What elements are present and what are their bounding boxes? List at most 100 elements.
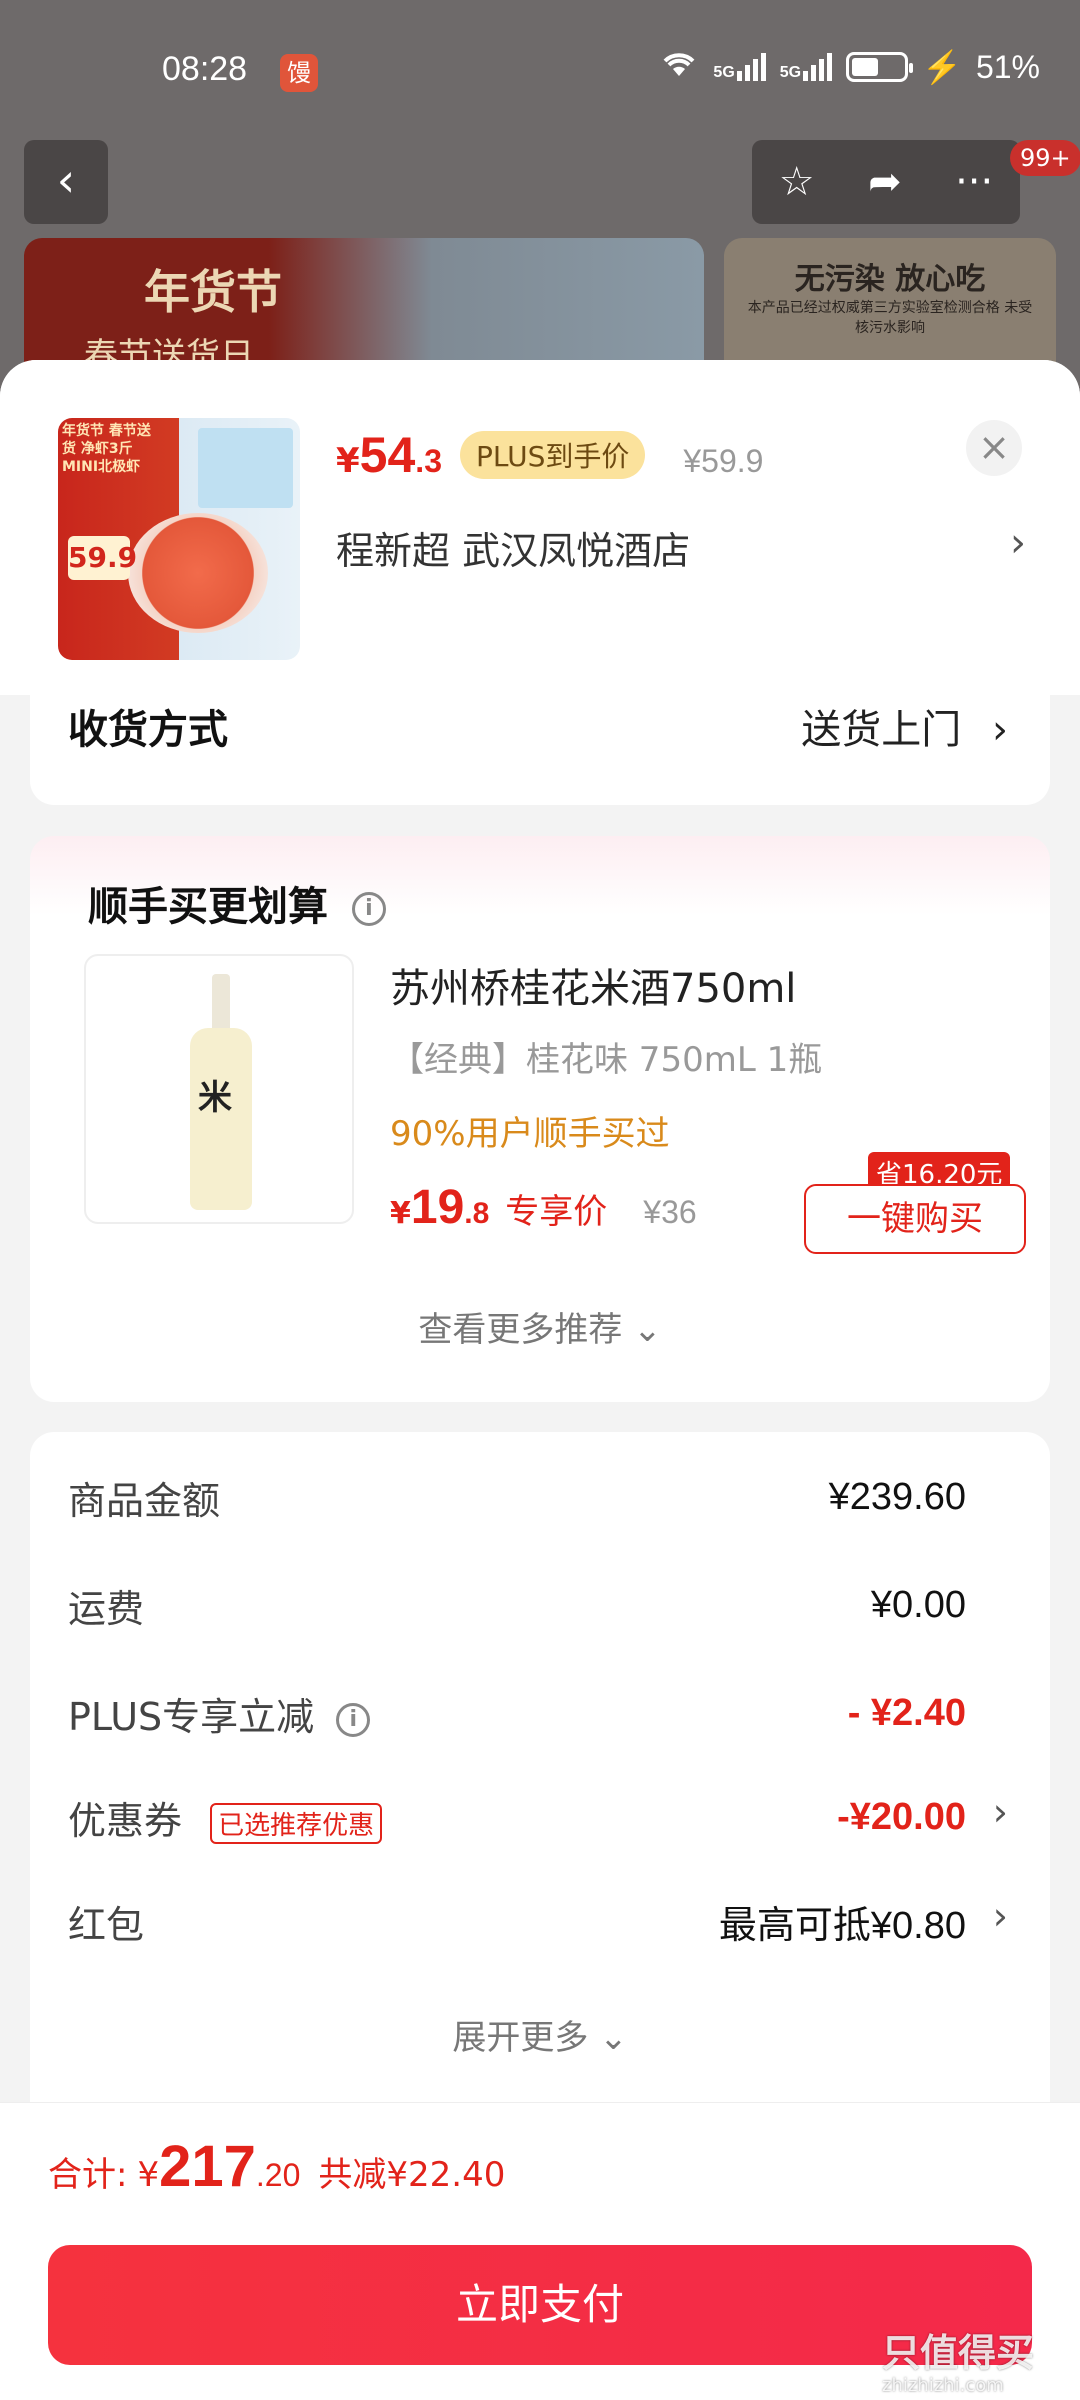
bottle-label: 米 (198, 1078, 232, 1118)
price-decimal: .3 (415, 443, 442, 479)
rec-price-decimal: .8 (464, 1197, 490, 1230)
chevron-right-icon: › (992, 1790, 1008, 1834)
expand-more-link[interactable]: 展开更多 ⌄ (30, 2010, 1050, 2059)
total-row: 合计: ¥ 217 .20 共减¥22.40 (48, 2133, 505, 2200)
signal-5g-icon-2: 5G (779, 53, 833, 81)
thumbnail-label: 年货节 春节送货 净虾3斤 MINI北极虾 (62, 423, 151, 475)
rec-price-integer: 19 (410, 1181, 465, 1234)
product-thumbnail: 年货节 春节送货 净虾3斤 MINI北极虾 59.9 (58, 418, 300, 660)
plus-discount-value: - ¥2.40 (847, 1692, 966, 1734)
coupon-label: 优惠券 (68, 1799, 183, 1843)
chevron-down-icon: ⌄ (633, 1310, 662, 1350)
price-summary-card: 商品金额 ¥239.60 运费 ¥0.00 PLUS专享立减 i - ¥2.40… (30, 1432, 1050, 2132)
chevron-right-icon: › (1010, 520, 1026, 566)
shipping-value-text: 送货上门 (801, 707, 962, 753)
sheet-header: 年货节 春节送货 净虾3斤 MINI北极虾 59.9 ¥ 54 .3 PLUS到… (0, 360, 1080, 695)
info-icon[interactable]: i (351, 892, 386, 926)
goods-amount-label: 商品金额 (68, 1479, 221, 1523)
product-box-image (198, 428, 293, 508)
coupon-tag: 已选推荐优惠 (210, 1803, 383, 1844)
rec-price-label: 专享价 (505, 1192, 608, 1232)
red-packet-value: 最高可抵¥0.80 (718, 1905, 966, 1947)
rec-original-price: ¥36 (643, 1194, 697, 1230)
freight-row: 运费 ¥0.00 (68, 1578, 966, 1633)
address-row[interactable]: 程新超 武汉凤悦酒店 › (336, 520, 1026, 575)
more-icon[interactable]: ··· (955, 159, 993, 205)
recommend-title: 顺手买更划算 i (88, 874, 386, 932)
close-button[interactable]: × (966, 420, 1022, 476)
product-price-row: ¥ 54 .3 PLUS到手价 ¥59.9 (336, 426, 763, 485)
banner-title: 年货节 (144, 265, 282, 319)
total-label: 合计: (48, 2155, 128, 2195)
chevron-left-icon: ‹ (56, 153, 76, 207)
plus-discount-label-wrap: PLUS专享立减 i (68, 1686, 371, 1741)
plus-discount-row: PLUS专享立减 i - ¥2.40 (68, 1686, 966, 1741)
info-icon[interactable]: i (336, 1702, 371, 1737)
site-watermark: 只值得买 zhizhizhi.com (882, 2322, 1034, 2396)
recommend-title-text: 顺手买更划算 (88, 884, 328, 930)
price-integer: 54 (359, 427, 416, 483)
coupon-value: -¥20.00 (837, 1796, 966, 1838)
wifi-icon (659, 48, 699, 86)
app-notification-icon: 馒 (280, 54, 318, 92)
total-integer: 217 (159, 2134, 256, 2199)
battery-percent: 51% (975, 48, 1040, 85)
top-action-group: ☆ ➦ ··· (752, 140, 1020, 224)
recommend-card: 顺手买更划算 i 米 苏州桥桂花米酒750ml 【经典】桂花味 750mL 1瓶… (30, 836, 1050, 1402)
address-text: 程新超 武汉凤悦酒店 (336, 529, 691, 573)
rice-wine-bottle-image: 米 (190, 974, 252, 1210)
watermark-sub: zhizhizhi.com (882, 2375, 1004, 2396)
shipping-value: 送货上门 › (801, 695, 1008, 765)
total-symbol: ¥ (137, 2155, 160, 2195)
status-bar: 08:28 馒 5G 5G ⚡ 51% (0, 0, 1080, 140)
quality-banner-title: 无污染 放心吃 (794, 262, 986, 297)
star-icon[interactable]: ☆ (779, 159, 815, 205)
coupon-row[interactable]: 优惠券 已选推荐优惠 -¥20.00 (68, 1790, 966, 1845)
signal-5g-label-2: 5G (779, 64, 802, 81)
background-page: 08:28 馒 5G 5G ⚡ 51% ‹ ☆ ➦ ··· 99+ 年货节 春节… (0, 0, 1080, 428)
signal-5g-label: 5G (713, 64, 735, 81)
recommend-product-image[interactable]: 米 (84, 954, 354, 1224)
freight-value: ¥0.00 (870, 1584, 966, 1626)
expand-more-text: 展开更多 (452, 2018, 589, 2058)
shrimp-plate-image (128, 513, 268, 633)
red-packet-row[interactable]: 红包 最高可抵¥0.80 (68, 1894, 966, 1949)
chevron-right-icon: › (992, 1894, 1008, 1938)
rec-price-symbol: ¥ (390, 1196, 411, 1231)
total-saved: 共减¥22.40 (318, 2155, 506, 2195)
charging-icon: ⚡ (922, 49, 962, 85)
back-button[interactable]: ‹ (24, 140, 108, 224)
plus-price-tag: PLUS到手价 (459, 431, 646, 479)
coupon-label-wrap: 优惠券 已选推荐优惠 (68, 1790, 383, 1845)
shipping-label: 收货方式 (68, 707, 228, 753)
recommend-product-spec: 【经典】桂花味 750mL 1瓶 (390, 1040, 823, 1080)
recommend-product-name[interactable]: 苏州桥桂花米酒750ml (390, 956, 796, 1014)
checkout-sheet: 年货节 春节送货 净虾3斤 MINI北极虾 59.9 ¥ 54 .3 PLUS到… (0, 360, 1080, 2400)
share-icon[interactable]: ➦ (868, 159, 902, 205)
goods-amount-value: ¥239.60 (828, 1476, 966, 1518)
chevron-down-icon: ⌄ (599, 2018, 628, 2058)
message-badge: 99+ (1010, 140, 1080, 176)
recommend-buyers-note: 90%用户顺手买过 (390, 1114, 670, 1154)
red-packet-label: 红包 (68, 1903, 145, 1947)
watermark-main: 只值得买 (882, 2331, 1035, 2375)
more-recommend-link[interactable]: 查看更多推荐 ⌄ (30, 1302, 1050, 1351)
quality-banner-text: 本产品已经过权威第三方实验室检测合格 未受核污水影响 (747, 300, 1033, 336)
close-icon: × (978, 425, 1010, 469)
battery-icon (846, 52, 914, 82)
original-price: ¥59.9 (683, 443, 764, 479)
shipping-method-row[interactable]: 收货方式 送货上门 › (30, 695, 1050, 805)
thumbnail-price: 59.9 (68, 536, 137, 580)
chevron-right-icon: › (992, 707, 1008, 753)
recommend-price-row: ¥ 19 .8 专享价 ¥36 (390, 1180, 697, 1235)
one-click-buy-button[interactable]: 一键购买 (804, 1184, 1026, 1254)
goods-amount-row: 商品金额 ¥239.60 (68, 1470, 966, 1525)
more-recommend-text: 查看更多推荐 (418, 1310, 623, 1350)
status-icons: 5G 5G ⚡ 51% (659, 48, 1040, 86)
price-symbol: ¥ (336, 441, 360, 481)
status-time: 08:28 (162, 50, 248, 88)
signal-5g-icon: 5G (713, 53, 766, 81)
total-decimal: .20 (255, 2157, 301, 2193)
freight-label: 运费 (68, 1587, 145, 1631)
plus-discount-label: PLUS专享立减 (68, 1695, 315, 1739)
